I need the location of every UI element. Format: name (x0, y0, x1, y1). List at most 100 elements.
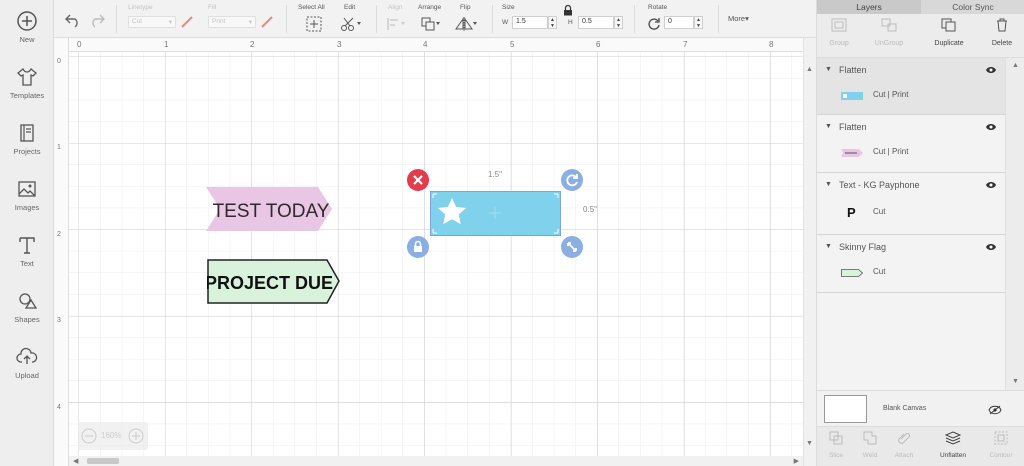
toolbar-divider (376, 5, 377, 33)
height-input[interactable]: 0.5 (578, 16, 614, 29)
eye-icon[interactable] (985, 181, 997, 189)
scroll-down-arrow-icon[interactable]: ▼ (1012, 378, 1019, 385)
eye-icon[interactable] (985, 66, 997, 74)
rotate-input[interactable]: 0 (664, 16, 694, 29)
cloud-upload-icon (16, 347, 38, 364)
linetype-color-swatch-icon[interactable] (180, 15, 194, 29)
caret-down-icon[interactable]: ▼ (825, 66, 832, 73)
linetype-select[interactable]: Cut ▾ (128, 16, 176, 28)
eye-icon[interactable] (985, 243, 997, 251)
redo-icon (92, 14, 105, 28)
blank-canvas-row[interactable]: Blank Canvas (817, 390, 1024, 426)
lock-icon[interactable] (563, 5, 573, 16)
top-toolbar: Linetype Cut ▾ Fill Print ▾ Select All Edi… (54, 0, 816, 38)
select-all-icon[interactable] (306, 16, 322, 32)
sidebar-item-upload[interactable]: Upload (0, 346, 54, 398)
layer-item[interactable]: ▼ Flatten Cut | Print (817, 58, 1005, 115)
slice-label: Slice (828, 452, 844, 459)
sidebar-item-templates[interactable]: Templates (0, 66, 54, 118)
caret-down-icon[interactable]: ▼ (825, 181, 832, 188)
rotate-stepper[interactable]: ▲ ▼ (694, 16, 703, 29)
layer-tools: Group UnGroup Duplicate Delete (817, 14, 1024, 58)
rotate-icon (648, 18, 660, 30)
sidebar-item-images[interactable]: Images (0, 178, 54, 230)
sidebar-item-text[interactable]: Text (0, 234, 54, 286)
layer-item[interactable]: ▼ Skinny Flag Cut (817, 235, 1005, 293)
sidebar-item-shapes[interactable]: Shapes (0, 290, 54, 342)
layer-header[interactable]: ▼ Skinny Flag (817, 235, 1005, 259)
ruler-number: 2 (57, 231, 61, 238)
tab-color-sync[interactable]: Color Sync (921, 0, 1024, 14)
scroll-up-arrow-icon[interactable]: ▲ (806, 66, 813, 73)
resize-handle-icon[interactable] (560, 235, 584, 259)
contour-button[interactable]: Contour (982, 431, 1020, 459)
dimension-width-label: 1.5" (488, 170, 502, 179)
scroll-down-arrow-icon[interactable]: ▼ (806, 440, 813, 447)
tab-layers[interactable]: Layers (817, 0, 921, 14)
horizontal-scrollbar[interactable]: ◀ ▶ (69, 456, 803, 466)
design-canvas[interactable]: 0 1 2 3 4 5 6 7 8 0 1 2 3 4 TEST TODAY P… (54, 38, 803, 466)
caret-down-icon[interactable]: ▼ (825, 243, 832, 250)
weld-icon (863, 431, 877, 445)
eye-icon[interactable] (985, 123, 997, 131)
layer-sub-label: Cut | Print (873, 90, 909, 99)
width-stepper[interactable]: ▲ ▼ (548, 16, 557, 29)
trash-icon (997, 18, 1007, 32)
toolbar-divider (286, 5, 287, 33)
rotate-handle-icon[interactable] (560, 168, 584, 192)
fill-value: Print (212, 18, 226, 25)
ungroup-button[interactable]: UnGroup (869, 18, 909, 47)
layer-item[interactable]: ▼ Text - KG Payphone P Cut (817, 173, 1005, 235)
sidebar-item-new[interactable]: New (0, 10, 54, 62)
width-input[interactable]: 1.5 (512, 16, 548, 29)
eye-off-icon[interactable] (988, 405, 1002, 415)
vertical-scrollbar[interactable]: ▲ ▼ (803, 38, 816, 466)
fill-color-swatch-icon[interactable] (260, 15, 274, 29)
panel-tabs: Layers Color Sync (817, 0, 1024, 14)
panel-scrollbar[interactable]: ▲ ▼ (1005, 58, 1024, 390)
unflatten-button[interactable]: Unflatten (934, 431, 972, 459)
attach-button[interactable]: Attach (885, 431, 923, 459)
weld-button[interactable]: Weld (851, 431, 889, 459)
layer-header[interactable]: ▼ Text - KG Payphone (817, 173, 1005, 197)
group-button[interactable]: Group (819, 18, 859, 47)
lock-handle-icon[interactable] (406, 235, 430, 259)
select-all-label: Select All (298, 4, 325, 11)
height-stepper[interactable]: ▲ ▼ (614, 16, 623, 29)
delete-handle-icon[interactable] (406, 168, 430, 192)
horizontal-scroll-thumb[interactable] (87, 458, 119, 464)
project-due-flag[interactable]: PROJECT DUE (207, 259, 341, 304)
duplicate-button[interactable]: Duplicate (929, 18, 969, 47)
layer-title: Text - KG Payphone (839, 180, 920, 190)
scroll-left-arrow-icon[interactable]: ◀ (73, 457, 78, 465)
plus-circle-icon (17, 11, 37, 31)
align-label: Align (388, 4, 403, 11)
zoom-in-icon[interactable] (128, 428, 144, 444)
canvas-color-swatch[interactable] (824, 395, 867, 423)
align-icon[interactable] (386, 16, 408, 32)
layer-item[interactable]: ▼ Flatten Cut | Print (817, 115, 1005, 173)
layer-title: Flatten (839, 65, 867, 75)
test-today-flag[interactable]: TEST TODAY (204, 187, 334, 231)
zoom-out-icon[interactable] (81, 428, 97, 444)
fill-select[interactable]: Print ▾ (208, 16, 256, 28)
contour-label: Contour (989, 452, 1013, 459)
sidebar-item-projects[interactable]: Projects (0, 122, 54, 174)
scroll-right-arrow-icon[interactable]: ▶ (794, 457, 799, 465)
layer-header[interactable]: ▼ Flatten (817, 58, 1005, 82)
slice-button[interactable]: Slice (817, 431, 855, 459)
redo-button[interactable] (88, 0, 108, 38)
caret-down-icon[interactable]: ▼ (825, 123, 832, 130)
undo-button[interactable] (64, 0, 84, 38)
flip-icon[interactable] (454, 16, 478, 32)
chevron-down-icon: ▾ (248, 19, 252, 26)
selection-box[interactable] (430, 191, 561, 236)
arrange-icon[interactable] (420, 16, 442, 32)
sidebar-label: Templates (9, 91, 45, 100)
delete-button[interactable]: Delete (982, 18, 1022, 47)
layer-header[interactable]: ▼ Flatten (817, 115, 1005, 139)
edit-label: Edit (344, 4, 356, 11)
scroll-up-arrow-icon[interactable]: ▲ (1012, 62, 1019, 69)
more-button[interactable]: More▾ (728, 14, 749, 23)
edit-scissors-icon[interactable] (340, 16, 362, 32)
